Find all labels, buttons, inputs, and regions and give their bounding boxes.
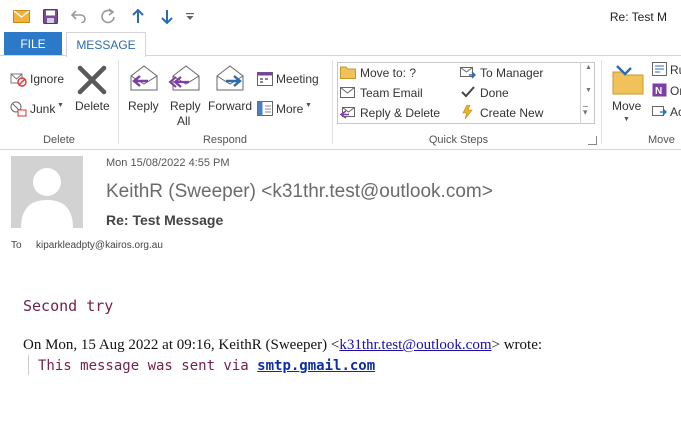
meeting-label: Meeting bbox=[276, 72, 319, 86]
onenote-icon: N bbox=[652, 83, 667, 97]
group-separator bbox=[601, 60, 602, 144]
ignore-button[interactable]: Ignore bbox=[10, 70, 70, 88]
sender-name[interactable]: KeithR (Sweeper) <k31thr.test@outlook.co… bbox=[106, 181, 493, 203]
redo-icon[interactable] bbox=[99, 7, 117, 25]
smtp-link[interactable]: smtp.gmail.com bbox=[257, 358, 375, 374]
to-label: To bbox=[11, 240, 22, 251]
quick-step-create-new-label: Create New bbox=[480, 106, 544, 120]
quick-step-done-label: Done bbox=[480, 86, 509, 100]
junk-label: Junk bbox=[30, 102, 56, 116]
move-label: Move bbox=[612, 99, 642, 113]
undo-icon[interactable] bbox=[70, 7, 88, 25]
quick-steps-dialog-launcher-icon[interactable] bbox=[588, 136, 597, 145]
junk-icon bbox=[10, 101, 27, 117]
junk-dropdown-icon: ▼ bbox=[57, 102, 64, 109]
onenote-label: On bbox=[670, 84, 681, 98]
group-separator bbox=[332, 60, 333, 144]
quoted-text: This message was sent via smtp.gmail.com bbox=[38, 358, 375, 374]
move-folder-icon bbox=[612, 65, 644, 95]
rules-button[interactable]: Ru bbox=[652, 62, 681, 78]
sent-date: Mon 15/08/2022 4:55 PM bbox=[106, 157, 230, 169]
move-group-label: Move bbox=[648, 134, 675, 146]
quick-step-to-manager[interactable]: To Manager bbox=[460, 65, 575, 81]
down-arrow-icon[interactable] bbox=[158, 7, 176, 25]
reply-button[interactable]: Reply bbox=[125, 62, 161, 122]
delete-group-label: Delete bbox=[43, 134, 75, 146]
reply-all-label-2: All bbox=[177, 114, 191, 128]
move-button[interactable]: Move ▼ bbox=[608, 62, 648, 128]
quick-step-reply-delete-label: Reply & Delete bbox=[360, 106, 441, 120]
gallery-more-icon[interactable]: ▾ bbox=[583, 106, 588, 117]
quick-step-team-email-label: Team Email bbox=[360, 86, 423, 100]
scroll-up-icon[interactable]: ▲ bbox=[585, 64, 592, 71]
lightning-icon bbox=[462, 105, 473, 119]
onenote-button[interactable]: N On bbox=[652, 83, 681, 99]
tab-message[interactable]: MESSAGE bbox=[66, 32, 146, 57]
junk-button[interactable]: Junk ▼ bbox=[10, 100, 70, 118]
actions-button[interactable]: Ac bbox=[652, 104, 681, 120]
ribbon: Ignore Junk ▼ Delete Delete Reply Reply … bbox=[0, 56, 681, 150]
quick-steps-group-label: Quick Steps bbox=[428, 134, 489, 146]
message-subject: Re: Test Message bbox=[106, 212, 224, 228]
avatar bbox=[11, 156, 83, 228]
more-respond-dropdown-icon: ▼ bbox=[305, 102, 312, 109]
customize-toolbar-icon[interactable] bbox=[184, 7, 196, 25]
folder-icon bbox=[340, 66, 356, 79]
ignore-icon bbox=[10, 73, 27, 87]
up-arrow-icon[interactable] bbox=[129, 7, 147, 25]
title-bar: Re: Test M bbox=[0, 0, 681, 32]
window-title: Re: Test M bbox=[609, 10, 667, 24]
quick-step-create-new[interactable]: Create New bbox=[460, 105, 575, 121]
more-respond-icon bbox=[257, 101, 273, 116]
tab-file[interactable]: FILE bbox=[4, 32, 62, 56]
quote-bar bbox=[28, 355, 29, 375]
more-respond-label: More bbox=[276, 102, 304, 116]
quick-step-move-to-label: Move to: ? bbox=[360, 66, 417, 80]
more-respond-button[interactable]: More ▼ bbox=[257, 100, 327, 118]
checkmark-icon bbox=[461, 86, 475, 98]
group-separator bbox=[118, 60, 119, 144]
quick-step-reply-delete[interactable]: Reply & Delete bbox=[340, 105, 455, 121]
quoted-text-prefix: This message was sent via bbox=[38, 358, 258, 374]
rules-icon bbox=[652, 62, 667, 76]
quick-steps-scrollbar[interactable]: ▲ ▼ ▾ bbox=[580, 62, 595, 124]
save-icon[interactable] bbox=[41, 7, 59, 25]
body-text: Second try bbox=[23, 297, 114, 315]
mail-icon bbox=[12, 7, 30, 25]
move-dropdown-icon: ▼ bbox=[623, 116, 630, 123]
delete-button[interactable]: Delete bbox=[72, 62, 112, 122]
reply-all-button[interactable]: Reply All bbox=[166, 62, 204, 132]
delete-label: Delete bbox=[75, 99, 110, 113]
team-email-icon bbox=[340, 87, 355, 98]
quick-step-done[interactable]: Done bbox=[460, 85, 575, 101]
reply-all-icon bbox=[168, 65, 200, 91]
meeting-icon bbox=[257, 72, 273, 86]
attribution-prefix: On Mon, 15 Aug 2022 at 09:16, KeithR (Sw… bbox=[23, 337, 340, 353]
svg-text:N: N bbox=[655, 86, 662, 97]
reply-label: Reply bbox=[128, 99, 159, 113]
quick-step-team-email[interactable]: Team Email bbox=[340, 85, 455, 101]
sender-email-link[interactable]: k31thr.test@outlook.com bbox=[339, 337, 491, 353]
scroll-down-icon[interactable]: ▼ bbox=[585, 87, 592, 94]
attribution-suffix: > wrote: bbox=[491, 337, 543, 353]
reply-delete-icon bbox=[340, 107, 355, 119]
forward-label: Forward bbox=[208, 99, 253, 113]
ribbon-tabs: FILE MESSAGE bbox=[0, 32, 681, 57]
forward-icon bbox=[216, 65, 244, 91]
forward-button[interactable]: Forward bbox=[207, 62, 253, 122]
quick-step-to-manager-label: To Manager bbox=[480, 66, 544, 80]
quick-step-move-to[interactable]: Move to: ? bbox=[340, 65, 455, 81]
actions-label: Ac bbox=[670, 105, 681, 119]
respond-group-label: Respond bbox=[202, 134, 248, 146]
reply-icon bbox=[130, 65, 158, 91]
meeting-button[interactable]: Meeting bbox=[257, 70, 327, 88]
quote-attribution: On Mon, 15 Aug 2022 at 09:16, KeithR (Sw… bbox=[23, 337, 542, 354]
actions-icon bbox=[652, 106, 667, 116]
delete-x-icon bbox=[77, 65, 107, 95]
ignore-label: Ignore bbox=[30, 72, 65, 86]
rules-label: Ru bbox=[670, 63, 681, 77]
recipient-address[interactable]: kiparkleadpty@kairos.org.au bbox=[36, 240, 163, 251]
reply-all-label-1: Reply bbox=[170, 99, 201, 113]
to-manager-icon bbox=[460, 67, 476, 79]
